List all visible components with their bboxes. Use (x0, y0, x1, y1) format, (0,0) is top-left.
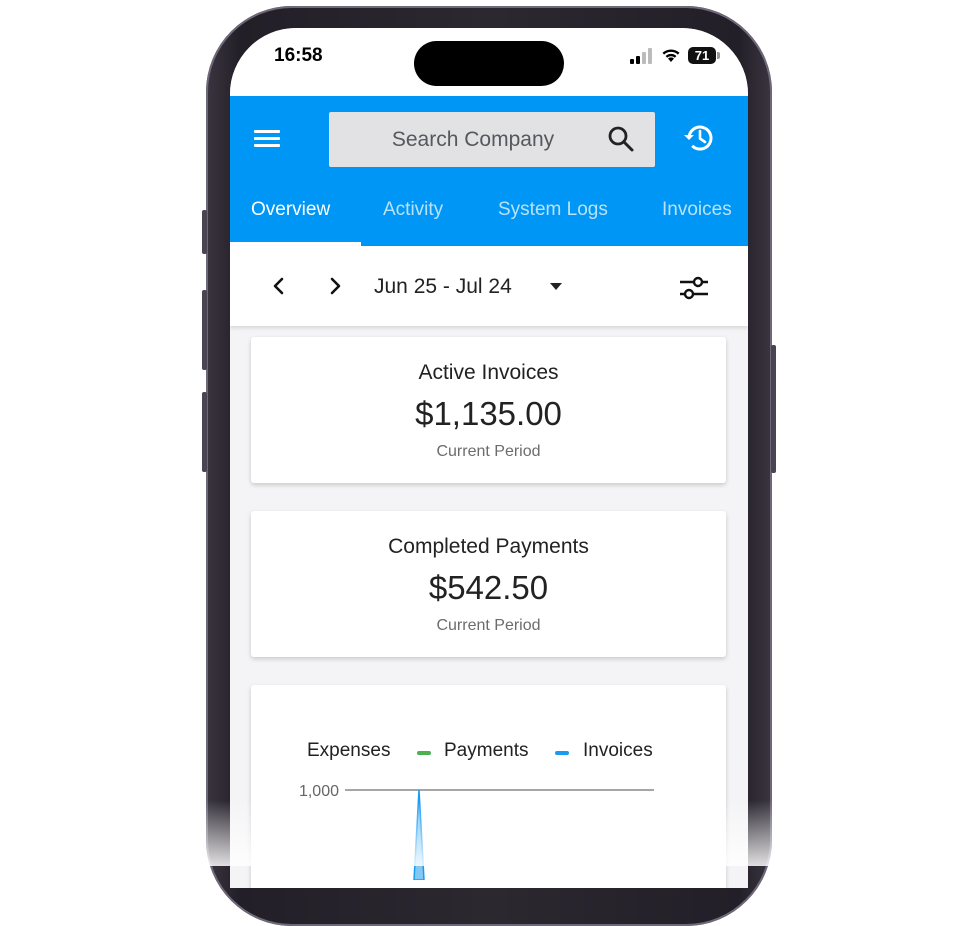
chevron-left-icon[interactable] (270, 277, 288, 295)
tab-bar: Overview Activity System Logs Invoices (230, 194, 748, 246)
search-box (329, 112, 655, 167)
wifi-icon (662, 49, 680, 62)
legend-invoices[interactable]: Invoices (583, 740, 653, 762)
legend-payments[interactable]: Payments (444, 740, 528, 762)
app-header: Overview Activity System Logs Invoices (230, 96, 748, 246)
card-title: Completed Payments (388, 535, 589, 558)
chart-card: Expenses Payments Invoices 1,000 (251, 685, 726, 888)
mute-switch (202, 210, 207, 254)
tab-activity[interactable]: Activity (383, 194, 443, 246)
history-icon[interactable] (682, 121, 716, 155)
card-value: $542.50 (428, 569, 549, 606)
date-range-selector[interactable]: Jun 25 - Jul 24 (374, 275, 512, 299)
dynamic-island (414, 41, 564, 86)
caret-down-icon[interactable] (550, 283, 562, 290)
volume-up-button (202, 290, 207, 370)
card-subtitle: Current Period (436, 443, 541, 460)
hamburger-menu-icon[interactable] (254, 126, 282, 154)
legend-payments-swatch (417, 751, 431, 755)
completed-payments-card[interactable]: Completed Payments $542.50 Current Perio… (251, 511, 726, 657)
line-chart: 1,000 (299, 783, 654, 880)
tab-overview[interactable]: Overview (251, 194, 330, 246)
status-time: 16:58 (274, 45, 323, 66)
search-input[interactable] (329, 112, 599, 167)
cellular-signal-icon (630, 48, 652, 64)
power-button (771, 345, 776, 473)
volume-down-button (202, 392, 207, 472)
tab-system-logs[interactable]: System Logs (498, 194, 608, 246)
card-title: Active Invoices (418, 361, 559, 384)
date-bar: Jun 25 - Jul 24 (230, 246, 748, 326)
battery-cap (717, 52, 720, 59)
legend-expenses[interactable]: Expenses (307, 740, 390, 762)
tab-invoices[interactable]: Invoices (662, 194, 732, 246)
phone-screen: 16:58 71 Search Company Overview Activit… (230, 28, 748, 888)
search-icon[interactable] (607, 125, 635, 153)
filter-sliders-icon[interactable] (678, 274, 710, 302)
invoices-series-line (413, 789, 425, 880)
card-subtitle: Current Period (436, 617, 541, 634)
card-value: $1,135.00 (415, 395, 562, 432)
active-invoices-card[interactable]: Active Invoices $1,135.00 Current Period (251, 337, 726, 483)
y-tick-label: 1,000 (299, 783, 339, 800)
chevron-right-icon[interactable] (326, 277, 344, 295)
battery-icon: 71 (688, 47, 716, 64)
chart-legend: Expenses Payments Invoices (251, 740, 726, 764)
status-bar: 16:58 71 (230, 28, 748, 96)
legend-invoices-swatch (555, 751, 569, 755)
